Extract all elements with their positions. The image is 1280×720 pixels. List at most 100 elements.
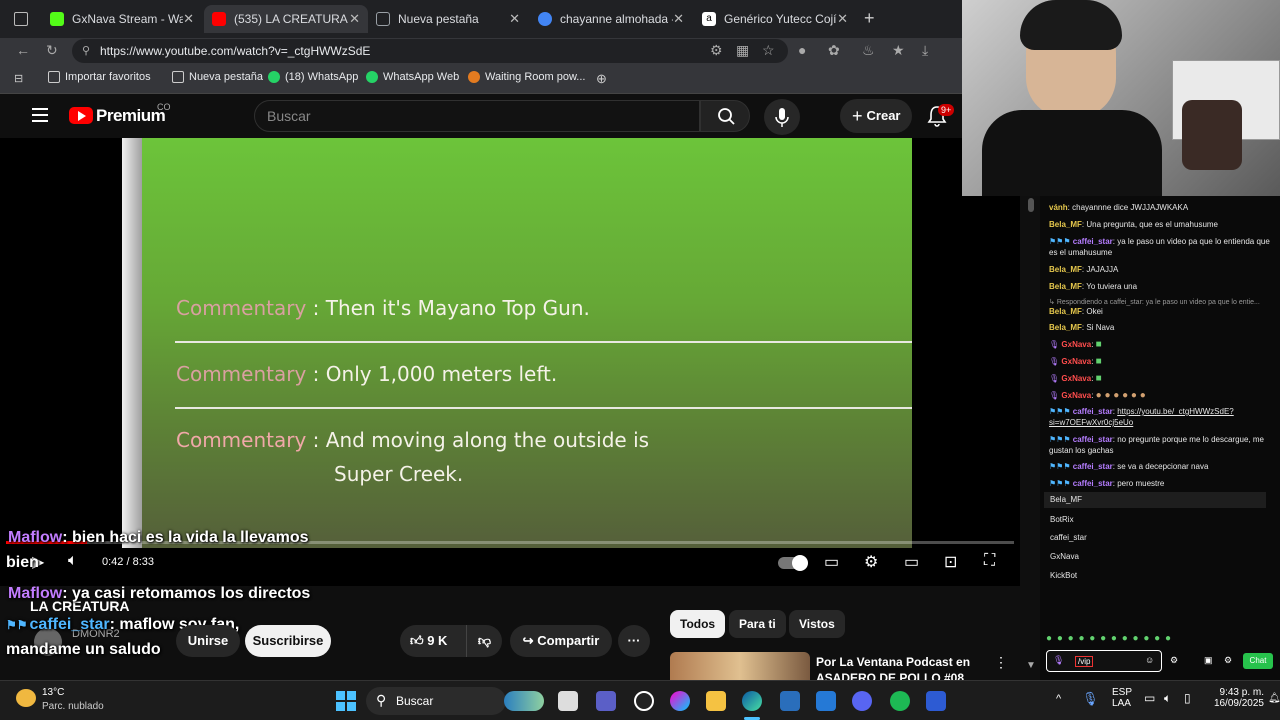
heartbeat-icon[interactable]: ♨	[862, 42, 875, 59]
search-input[interactable]: Buscar	[254, 100, 700, 132]
widgets-icon[interactable]	[504, 691, 544, 711]
chat-tool-icon[interactable]: ⚙	[1170, 655, 1178, 666]
teams-icon[interactable]	[596, 691, 616, 711]
chat-username[interactable]: caffei_star	[1073, 407, 1113, 416]
subtitles-icon[interactable]: ▭	[824, 552, 839, 572]
more-actions-button[interactable]: ···	[618, 625, 650, 657]
bookmark-import[interactable]: Importar favoritos	[48, 71, 151, 83]
chip-para-ti[interactable]: Para ti	[729, 610, 786, 638]
language-indicator[interactable]: ESP LAA	[1112, 687, 1132, 709]
tab-gxnava[interactable]: GxNava Stream - Watch L ✕	[42, 5, 202, 33]
favorite-star-icon[interactable]: ☆	[762, 42, 775, 59]
theater-icon[interactable]: ▭	[904, 552, 919, 572]
settings-icon[interactable]: ⚙	[1224, 655, 1232, 666]
chat-scrollbar[interactable]	[1028, 198, 1034, 212]
favorites-icon[interactable]: ★	[892, 42, 905, 59]
reload-icon[interactable]: ↻	[46, 42, 58, 59]
clock[interactable]: 9:43 p. m. 16/09/2025	[1200, 687, 1264, 709]
tray-chevron-icon[interactable]: ^	[1056, 693, 1061, 705]
bookmark-whatsapp-web[interactable]: WhatsApp Web	[366, 71, 459, 83]
search-button[interactable]	[700, 100, 750, 132]
tab-amazon[interactable]: a Genérico Yutecc Cojín A ✕	[694, 5, 856, 33]
dislike-button[interactable]: 👎︎	[466, 625, 502, 657]
discord-icon[interactable]	[852, 691, 872, 711]
spotify-icon[interactable]	[890, 691, 910, 711]
windows-start-icon[interactable]	[336, 691, 356, 711]
autoplay-toggle[interactable]	[778, 555, 808, 571]
chat-username[interactable]: Bela_MF	[1049, 265, 1082, 274]
app-icon[interactable]: ⚙	[710, 42, 723, 59]
bookmark-whatsapp[interactable]: (18) WhatsApp	[268, 71, 358, 83]
notification-center-icon[interactable]: 🔔︎	[1268, 693, 1280, 704]
close-icon[interactable]: ✕	[183, 11, 194, 27]
mic-tray-icon[interactable]: 🎙︎	[1082, 691, 1099, 707]
new-tab-button[interactable]: +	[864, 8, 875, 29]
site-info-icon[interactable]: ⚲	[82, 39, 90, 63]
edge-icon[interactable]	[742, 691, 762, 711]
extensions-icon[interactable]: ✿	[828, 42, 840, 59]
store-icon[interactable]	[780, 691, 800, 711]
tab-google[interactable]: chayanne almohada - Bu ✕	[530, 5, 692, 33]
app-icon[interactable]	[926, 691, 946, 711]
copilot-icon[interactable]	[670, 691, 690, 711]
chat-username[interactable]: GxNava	[1061, 391, 1091, 400]
bookmark-newtab[interactable]: Nueva pestaña	[172, 71, 263, 83]
emote-bar[interactable]: ● ● ● ● ● ● ● ● ● ● ● ●	[1046, 633, 1172, 644]
voice-search-button[interactable]	[764, 99, 800, 135]
chip-todos[interactable]: Todos	[670, 610, 726, 638]
settings-icon[interactable]: ⚙	[864, 552, 878, 572]
code-icon[interactable]	[816, 691, 836, 711]
chat-username[interactable]: Bela_MF	[1049, 282, 1082, 291]
mention-user[interactable]: GxNava	[1050, 552, 1079, 561]
url-field[interactable]: ⚲ https://www.youtube.com/watch?v=_ctgHW…	[72, 39, 788, 63]
openai-icon[interactable]	[634, 691, 654, 711]
bookmark-waiting-room[interactable]: Waiting Room pow...	[468, 71, 585, 83]
subscribe-button[interactable]: Suscribirse	[245, 625, 331, 657]
tab-new[interactable]: Nueva pestaña ✕	[368, 5, 528, 33]
network-icon[interactable]: ▭	[1144, 691, 1155, 705]
battery-icon[interactable]: ▯	[1184, 691, 1191, 705]
close-icon[interactable]: ✕	[509, 11, 520, 27]
chat-username[interactable]: caffei_star	[1073, 435, 1113, 444]
taskbar-search[interactable]: ⚲ Buscar	[366, 687, 506, 715]
share-button[interactable]: ↪ Compartir	[510, 625, 612, 657]
chat-username[interactable]: vánh	[1049, 203, 1068, 212]
cast-icon[interactable]: ⊡	[944, 552, 957, 572]
chat-tool-icon[interactable]: ▣	[1204, 655, 1213, 666]
chat-username[interactable]: caffei_star	[1073, 462, 1113, 471]
extension-icon[interactable]: ●	[798, 42, 806, 58]
weather-desc[interactable]: Parc. nublado	[42, 701, 104, 712]
close-icon[interactable]: ✕	[673, 11, 684, 27]
chat-username[interactable]: caffei_star	[1073, 237, 1113, 246]
download-icon[interactable]: ⤓	[922, 42, 928, 59]
chat-username[interactable]: Bela_MF	[1049, 307, 1082, 316]
chat-username[interactable]: GxNava	[1061, 340, 1091, 349]
scroll-down-icon[interactable]: ▼	[1026, 660, 1036, 671]
split-icon[interactable]: ▦	[736, 42, 749, 59]
chat-username[interactable]: Bela_MF	[1049, 323, 1082, 332]
recommended-thumbnail[interactable]	[670, 652, 810, 680]
weather-temp[interactable]: 13°C	[42, 687, 64, 698]
mention-user[interactable]: KickBot	[1050, 571, 1077, 580]
youtube-logo-icon[interactable]	[69, 107, 93, 124]
tab-youtube[interactable]: (535) LA CREATURA - You ✕	[204, 5, 368, 33]
chat-username[interactable]: GxNava	[1061, 357, 1091, 366]
mention-user[interactable]: BotRix	[1050, 515, 1074, 524]
chat-input[interactable]: 🎙︎ /vip ☺	[1046, 650, 1162, 672]
tab-actions-icon[interactable]	[14, 12, 28, 26]
chat-username[interactable]: caffei_star	[1073, 479, 1113, 488]
mention-user[interactable]: Bela_MF	[1050, 495, 1082, 504]
explorer-icon[interactable]	[706, 691, 726, 711]
volume-icon[interactable]: 🔈︎	[1164, 691, 1171, 706]
chat-username[interactable]: GxNava	[1061, 374, 1091, 383]
volume-icon[interactable]: 🔈︎	[68, 552, 78, 570]
join-button[interactable]: Unirse	[176, 625, 240, 657]
chat-send-button[interactable]: Chat	[1243, 653, 1273, 669]
globe-icon[interactable]: ⊕	[596, 71, 607, 87]
youtube-logo-text[interactable]: Premium	[96, 106, 166, 126]
menu-icon[interactable]	[32, 108, 48, 122]
mention-user[interactable]: caffei_star	[1050, 533, 1087, 542]
back-icon[interactable]: ←	[16, 42, 30, 58]
like-button[interactable]: 👍︎ 9 K	[400, 625, 466, 657]
fullscreen-icon[interactable]: ⛶	[984, 552, 995, 570]
